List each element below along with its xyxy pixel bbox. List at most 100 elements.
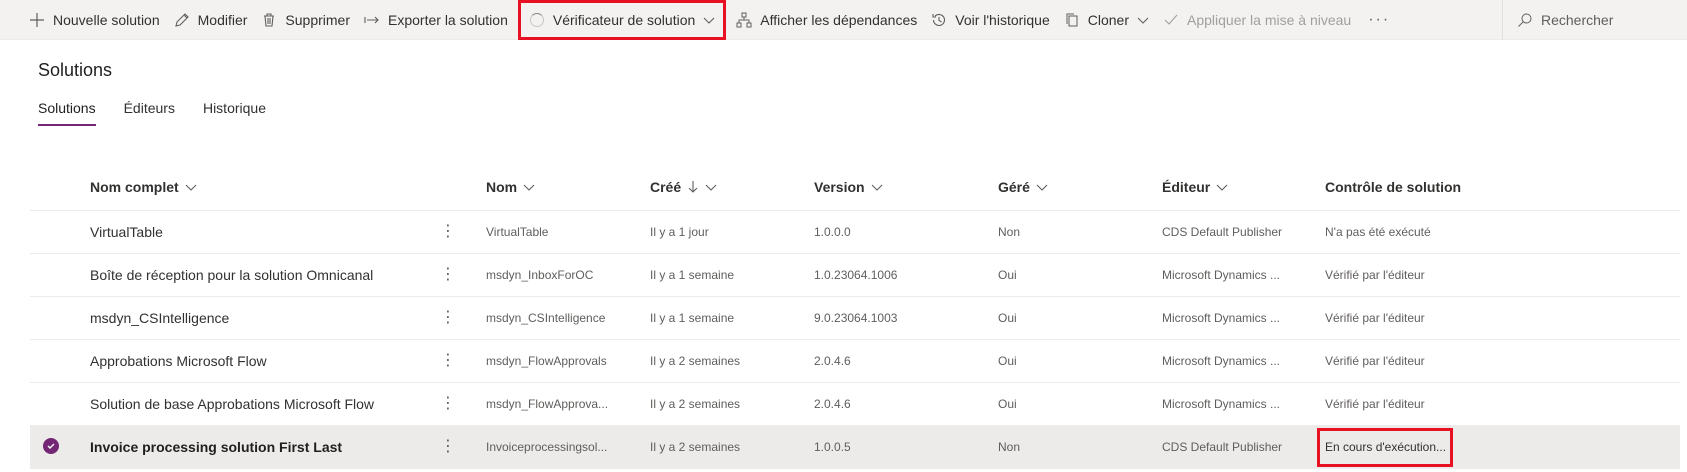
view-history-button[interactable]: Voir l'historique — [924, 0, 1057, 40]
cell-managed: Oui — [998, 354, 1017, 368]
edit-button[interactable]: Modifier — [167, 0, 255, 40]
column-header-managed[interactable]: Géré — [998, 179, 1118, 195]
search-icon — [1517, 12, 1533, 28]
row-checkbox[interactable] — [43, 438, 59, 454]
command-bar: Nouvelle solution Modifier Supprimer Exp… — [0, 0, 1687, 40]
cell-full-name[interactable]: Invoice processing solution First Last — [90, 439, 440, 455]
search-box[interactable]: Rechercher — [1502, 0, 1687, 40]
edit-label: Modifier — [197, 11, 248, 28]
cell-created: Il y a 2 semaines — [650, 397, 741, 411]
solutions-grid: Nom complet Nom Créé Version Géré Éditeu… — [30, 168, 1680, 469]
cell-managed: Non — [998, 440, 1021, 454]
plus-icon — [29, 12, 45, 28]
row-more-icon[interactable]: ⋮ — [440, 307, 450, 327]
view-history-label: Voir l'historique — [955, 11, 1050, 28]
chevron-down-icon — [523, 181, 535, 193]
trash-icon — [261, 12, 277, 28]
column-header-solution-check[interactable]: Contrôle de solution — [1325, 179, 1525, 195]
cell-full-name[interactable]: VirtualTable — [90, 224, 440, 240]
row-more-icon[interactable]: ⋮ — [440, 436, 450, 456]
clone-button[interactable]: Cloner — [1057, 0, 1156, 40]
cell-created: Il y a 2 semaines — [650, 440, 741, 454]
tab-solutions[interactable]: Solutions — [38, 100, 96, 126]
show-dependencies-button[interactable]: Afficher les dépendances — [729, 0, 924, 40]
cell-publisher: CDS Default Publisher — [1162, 440, 1283, 454]
new-solution-button[interactable]: Nouvelle solution — [22, 0, 167, 40]
cell-solution-check: N'a pas été exécuté — [1325, 225, 1431, 239]
cell-version: 9.0.23064.1003 — [814, 311, 898, 325]
export-arrow-icon — [364, 12, 380, 28]
row-more-icon[interactable]: ⋮ — [440, 350, 450, 370]
cell-version: 2.0.4.6 — [814, 354, 851, 368]
solution-checker-label: Vérificateur de solution — [552, 11, 696, 28]
row-more-icon[interactable]: ⋮ — [440, 221, 450, 241]
chevron-down-icon — [703, 14, 715, 26]
cell-solution-check: Vérifié par l'éditeur — [1325, 268, 1425, 282]
cell-managed: Oui — [998, 268, 1017, 282]
chevron-down-icon — [1216, 181, 1228, 193]
tab-history[interactable]: Historique — [203, 100, 266, 126]
cell-solution-check: Vérifié par l'éditeur — [1325, 397, 1425, 411]
cell-version: 1.0.0.0 — [814, 225, 851, 239]
cell-full-name[interactable]: Boîte de réception pour la solution Omni… — [90, 267, 440, 283]
copy-icon — [1064, 12, 1080, 28]
delete-button[interactable]: Supprimer — [254, 0, 357, 40]
cell-full-name[interactable]: Approbations Microsoft Flow — [90, 353, 440, 369]
cell-solution-check: Vérifié par l'éditeur — [1325, 354, 1425, 368]
spinner-icon — [529, 12, 545, 28]
cell-version: 1.0.23064.1006 — [814, 268, 898, 282]
cell-version: 2.0.4.6 — [814, 397, 851, 411]
column-header-version[interactable]: Version — [814, 179, 964, 195]
pencil-icon — [174, 12, 190, 28]
column-header-full-name[interactable]: Nom complet — [90, 179, 440, 195]
cell-publisher: Microsoft Dynamics ... — [1162, 268, 1281, 282]
more-commands-button[interactable]: ··· — [1358, 0, 1400, 40]
chevron-down-icon — [871, 181, 883, 193]
cell-created: Il y a 1 semaine — [650, 268, 735, 282]
cell-created: Il y a 1 jour — [650, 225, 709, 239]
table-row[interactable]: msdyn_CSIntelligence ⋮ msdyn_CSIntellige… — [30, 297, 1680, 340]
search-placeholder: Rechercher — [1541, 12, 1614, 28]
cell-solution-check: En cours d'exécution... — [1325, 440, 1447, 454]
column-header-created[interactable]: Créé — [650, 179, 790, 195]
hierarchy-icon — [736, 12, 752, 28]
cell-created: Il y a 2 semaines — [650, 354, 741, 368]
column-header-name[interactable]: Nom — [486, 179, 626, 195]
cell-created: Il y a 1 semaine — [650, 311, 735, 325]
row-more-icon[interactable]: ⋮ — [440, 393, 450, 413]
export-solution-button[interactable]: Exporter la solution — [357, 0, 515, 40]
cell-managed: Oui — [998, 311, 1017, 325]
table-row[interactable]: VirtualTable ⋮ VirtualTable Il y a 1 jou… — [30, 211, 1680, 254]
tab-bar: Solutions Éditeurs Historique — [38, 100, 294, 126]
chevron-down-icon — [185, 181, 197, 193]
cell-full-name[interactable]: Solution de base Approbations Microsoft … — [90, 396, 440, 412]
table-row[interactable]: Solution de base Approbations Microsoft … — [30, 383, 1680, 426]
cell-publisher: Microsoft Dynamics ... — [1162, 397, 1281, 411]
cell-version: 1.0.0.5 — [814, 440, 851, 454]
cell-full-name[interactable]: msdyn_CSIntelligence — [90, 310, 440, 326]
cell-solution-check: Vérifié par l'éditeur — [1325, 311, 1425, 325]
solution-checker-button[interactable]: Vérificateur de solution — [517, 0, 727, 40]
page-title: Solutions — [38, 60, 113, 80]
table-row-selected[interactable]: Invoice processing solution First Last ⋮… — [30, 426, 1680, 469]
ellipsis-icon: ··· — [1368, 10, 1391, 28]
apply-upgrade-button[interactable]: Appliquer la mise à niveau — [1156, 0, 1358, 40]
sort-descending-icon — [687, 180, 699, 194]
new-solution-label: Nouvelle solution — [53, 11, 160, 28]
clone-label: Cloner — [1087, 11, 1129, 28]
chevron-down-icon — [1036, 181, 1048, 193]
table-row[interactable]: Approbations Microsoft Flow ⋮ msdyn_Flow… — [30, 340, 1680, 383]
show-dependencies-label: Afficher les dépendances — [760, 11, 918, 28]
grid-header: Nom complet Nom Créé Version Géré Éditeu… — [30, 168, 1680, 211]
cell-publisher: Microsoft Dynamics ... — [1162, 311, 1281, 325]
column-header-publisher[interactable]: Éditeur — [1162, 179, 1292, 195]
cell-name: msdyn_InboxForOC — [486, 268, 594, 282]
checkmark-circle-icon — [43, 438, 59, 454]
cell-managed: Non — [998, 225, 1021, 239]
history-icon — [931, 12, 947, 28]
cell-name: msdyn_FlowApprovals — [486, 354, 607, 368]
row-more-icon[interactable]: ⋮ — [440, 264, 450, 284]
table-row[interactable]: Boîte de réception pour la solution Omni… — [30, 254, 1680, 297]
delete-label: Supprimer — [285, 11, 351, 28]
tab-publishers[interactable]: Éditeurs — [124, 100, 175, 126]
